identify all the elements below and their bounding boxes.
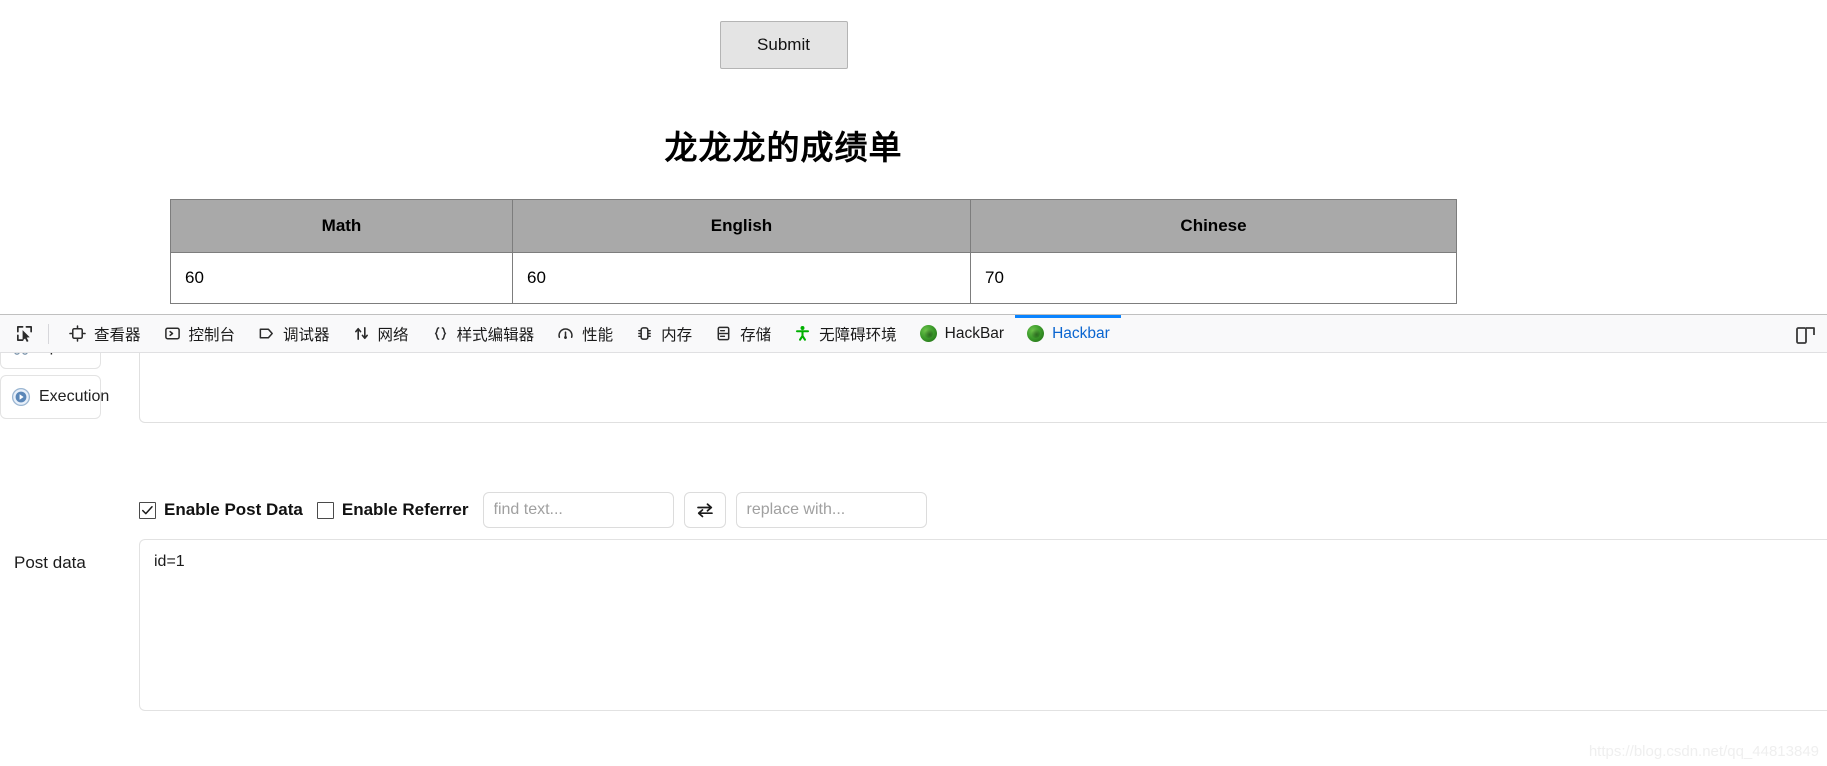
table-header-chinese: Chinese: [970, 199, 1457, 253]
tab-label: 性能: [582, 326, 614, 344]
inspector-icon: [68, 324, 87, 343]
find-text-input[interactable]: [482, 492, 674, 528]
element-picker-icon[interactable]: [8, 319, 40, 349]
hackbar-side-buttons: Split URL Execution: [0, 353, 109, 425]
play-circle-icon: [11, 387, 31, 407]
network-icon: [352, 324, 371, 343]
enable-post-data-checkbox[interactable]: Enable Post Data: [139, 500, 303, 520]
checkbox-box: [316, 501, 334, 519]
style-editor-icon: [431, 324, 450, 343]
enable-post-data-label: Enable Post Data: [164, 500, 303, 519]
tab-storage[interactable]: 存储: [703, 315, 782, 353]
watermark: https://blog.csdn.net/qq_44813849: [1588, 743, 1819, 760]
hackbar-options-row: Enable Post Data Enable Referrer: [139, 490, 1827, 530]
tab-performance[interactable]: 性能: [545, 315, 624, 353]
tab-accessibility[interactable]: 无障碍环境: [782, 315, 908, 353]
swap-find-replace-button[interactable]: [683, 492, 726, 528]
hackbar-panel: Split URL Execution: [0, 353, 1827, 766]
tab-label: 网络: [377, 326, 409, 344]
console-icon: [163, 324, 182, 343]
enable-referrer-checkbox[interactable]: Enable Referrer: [316, 500, 469, 520]
debugger-icon: [257, 324, 276, 343]
responsive-design-mode-icon[interactable]: [1789, 319, 1823, 349]
tab-label: 无障碍环境: [819, 326, 897, 344]
tab-hackbar[interactable]: Hackbar: [1015, 314, 1121, 353]
check-icon: [142, 505, 153, 514]
devtools-panel: 查看器 控制台 调试器 网络 样式编辑器 性能 内存 存储 无障碍环境 Hack…: [0, 314, 1827, 766]
submit-button-container: Submit: [0, 0, 1567, 69]
tab-console[interactable]: 控制台: [152, 315, 247, 353]
page-title: 龙龙龙的成绩单: [664, 129, 903, 166]
performance-icon: [556, 324, 575, 343]
post-data-label: Post data: [14, 553, 86, 572]
devtools-toolbar: 查看器 控制台 调试器 网络 样式编辑器 性能 内存 存储 无障碍环境 Hack…: [0, 314, 1827, 353]
toolbar-divider: [48, 323, 49, 344]
split-url-label: Split URL: [39, 353, 107, 356]
devtools-toolbar-right: [1789, 315, 1823, 353]
table-row: 60 60 70: [170, 252, 1457, 304]
tab-hackbar-upper[interactable]: HackBar: [908, 315, 1015, 353]
memory-icon: [635, 324, 654, 343]
table-cell-math: 60: [170, 252, 513, 304]
tab-memory[interactable]: 内存: [624, 315, 703, 353]
execution-button[interactable]: Execution: [0, 375, 109, 419]
tab-debugger[interactable]: 调试器: [246, 315, 341, 353]
tab-label: 内存: [661, 326, 693, 344]
checkbox-box: [139, 501, 156, 519]
tab-label: HackBar: [944, 324, 1005, 342]
tab-label: 样式编辑器: [456, 326, 535, 344]
tab-label: 查看器: [94, 326, 141, 344]
table-header-english: English: [512, 199, 971, 253]
tab-network[interactable]: 网络: [341, 315, 420, 353]
swap-arrows-icon: [696, 503, 713, 518]
table-cell-english: 60: [512, 252, 971, 304]
enable-referrer-label: Enable Referrer: [341, 500, 469, 519]
tab-label: 控制台: [188, 326, 236, 344]
table-cell-chinese: 70: [970, 252, 1457, 304]
accessibility-icon: [793, 324, 812, 343]
storage-icon: [714, 324, 733, 343]
firefox-addon-icon: [1026, 324, 1045, 343]
tab-inspector[interactable]: 查看器: [57, 315, 152, 353]
scissors-icon: [11, 353, 31, 357]
replace-text-input[interactable]: [735, 492, 927, 528]
execution-label: Execution: [39, 388, 110, 405]
tab-label: 存储: [740, 326, 772, 344]
hackbar-url-area[interactable]: [139, 353, 1827, 423]
post-data-textarea[interactable]: [139, 539, 1827, 711]
tab-label: Hackbar: [1052, 324, 1110, 342]
score-table: Math English Chinese 60 60 70: [170, 199, 1457, 304]
firefox-addon-icon: [919, 324, 938, 343]
table-header-row: Math English Chinese: [170, 199, 1457, 253]
table-header-math: Math: [170, 199, 513, 253]
split-url-button[interactable]: Split URL: [0, 353, 107, 369]
tab-style-editor[interactable]: 样式编辑器: [420, 315, 546, 353]
submit-button[interactable]: Submit: [719, 21, 848, 69]
tab-label: 调试器: [283, 326, 330, 344]
